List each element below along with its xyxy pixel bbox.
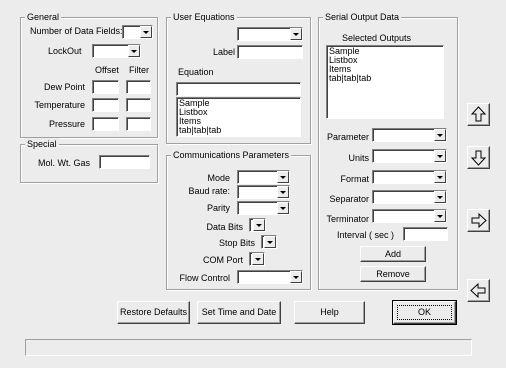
chevron-down-icon[interactable] xyxy=(277,171,289,183)
chevron-down-icon[interactable] xyxy=(290,271,302,283)
mol-wt-gas-field[interactable] xyxy=(99,155,150,169)
list-item[interactable]: tab|tab|tab xyxy=(329,74,441,83)
pressure-filter-field[interactable] xyxy=(126,117,151,131)
remove-button[interactable]: Remove xyxy=(360,266,426,282)
move-right-button[interactable] xyxy=(467,209,490,232)
num-data-fields-select[interactable] xyxy=(122,25,153,39)
lockout-select[interactable] xyxy=(92,44,141,58)
com-port-select[interactable] xyxy=(249,252,265,266)
arrow-up-icon xyxy=(470,106,487,122)
dew-point-filter-field[interactable] xyxy=(126,80,151,94)
parity-label: Parity xyxy=(206,203,230,213)
set-time-date-button[interactable]: Set Time and Date xyxy=(197,301,281,324)
lockout-label: LockOut xyxy=(48,46,82,56)
dialog-window: General Number of Data Fields: LockOut O… xyxy=(0,0,506,368)
pressure-label: Pressure xyxy=(48,119,85,129)
equation-label-field[interactable] xyxy=(237,45,303,59)
selected-outputs-label: Selected Outputs xyxy=(342,33,412,43)
separator-label: Separator xyxy=(329,194,369,204)
equation-label-label: Label xyxy=(213,47,236,57)
chevron-down-icon[interactable] xyxy=(252,253,264,265)
equation-caption: Equation xyxy=(178,67,214,77)
chevron-down-icon[interactable] xyxy=(434,129,446,141)
serial-output-group-title: Serial Output Data xyxy=(323,11,402,23)
chevron-down-icon[interactable] xyxy=(434,171,446,183)
parameter-select[interactable] xyxy=(372,128,447,142)
filter-column-label: Filter xyxy=(129,65,149,75)
restore-defaults-button[interactable]: Restore Defaults xyxy=(117,301,190,324)
chevron-down-icon[interactable] xyxy=(434,191,446,203)
terminator-select[interactable] xyxy=(372,209,447,223)
pressure-offset-field[interactable] xyxy=(92,117,119,131)
num-data-fields-label: Number of Data Fields: xyxy=(30,26,123,36)
ok-button[interactable]: OK xyxy=(392,300,457,325)
chevron-down-icon[interactable] xyxy=(140,26,152,38)
chevron-down-icon[interactable] xyxy=(434,150,446,162)
mol-wt-gas-label: Mol. Wt. Gas xyxy=(38,158,91,168)
add-button[interactable]: Add xyxy=(360,246,426,262)
dew-point-label: Dew Point xyxy=(43,82,85,92)
special-group-title: Special xyxy=(25,138,59,150)
parity-select[interactable] xyxy=(237,201,290,215)
separator-select[interactable] xyxy=(372,190,447,204)
ok-button-label: OK xyxy=(417,307,431,317)
chevron-down-icon[interactable] xyxy=(277,202,289,214)
parameter-label: Parameter xyxy=(326,132,369,142)
terminator-label: Terminator xyxy=(326,214,369,224)
units-label: Units xyxy=(348,153,369,163)
help-button[interactable]: Help xyxy=(294,301,365,324)
chevron-down-icon[interactable] xyxy=(290,28,302,40)
selected-outputs-listbox[interactable]: Sample Listbox Items tab|tab|tab xyxy=(326,45,444,119)
mode-label: Mode xyxy=(207,173,230,183)
com-port-label: COM Port xyxy=(202,255,243,265)
equations-listbox[interactable]: Sample Listbox Items tab|tab|tab xyxy=(176,97,301,137)
mode-select[interactable] xyxy=(237,170,290,184)
arrow-left-icon xyxy=(470,282,486,299)
chevron-down-icon[interactable] xyxy=(264,236,276,248)
interval-label: Interval ( sec ) xyxy=(337,230,395,240)
format-select[interactable] xyxy=(372,170,447,184)
comms-group-title: Communications Parameters xyxy=(171,149,292,161)
dew-point-offset-field[interactable] xyxy=(92,80,119,94)
data-bits-select[interactable] xyxy=(249,218,266,232)
chevron-down-icon[interactable] xyxy=(128,45,140,57)
arrow-right-icon xyxy=(471,212,487,229)
user-equations-group-title: User Equations xyxy=(171,11,237,23)
stop-bits-label: Stop Bits xyxy=(218,238,255,248)
temperature-label: Temperature xyxy=(34,100,85,110)
format-label: Format xyxy=(340,174,369,184)
offset-column-label: Offset xyxy=(95,65,119,75)
interval-field[interactable] xyxy=(403,227,448,241)
stop-bits-select[interactable] xyxy=(261,235,277,249)
chevron-down-icon[interactable] xyxy=(434,210,446,222)
move-down-button[interactable] xyxy=(467,146,490,169)
chevron-down-icon[interactable] xyxy=(253,219,265,231)
temperature-offset-field[interactable] xyxy=(92,98,119,112)
flow-control-label: Flow Control xyxy=(179,273,230,283)
baud-rate-label: Baud rate: xyxy=(188,186,230,196)
status-bar xyxy=(25,339,472,356)
general-group-title: General xyxy=(25,11,62,23)
flow-control-select[interactable] xyxy=(237,270,303,284)
temperature-filter-field[interactable] xyxy=(126,98,151,112)
list-item[interactable]: tab|tab|tab xyxy=(179,126,298,135)
chevron-down-icon[interactable] xyxy=(277,186,289,198)
equation-field[interactable] xyxy=(176,82,301,96)
equation-select[interactable] xyxy=(237,27,303,41)
data-bits-label: Data Bits xyxy=(206,222,243,232)
arrow-down-icon xyxy=(470,150,487,166)
baud-rate-select[interactable] xyxy=(237,185,290,199)
move-left-button[interactable] xyxy=(467,279,490,302)
move-up-button[interactable] xyxy=(467,103,490,126)
units-select[interactable] xyxy=(372,149,447,163)
